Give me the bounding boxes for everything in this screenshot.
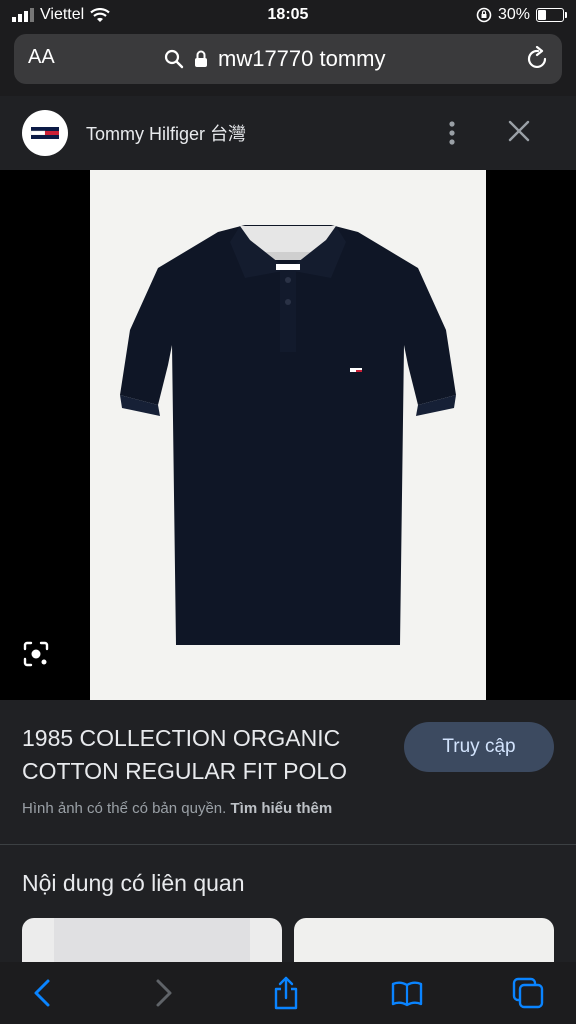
more-vert-icon[interactable] [440, 120, 464, 146]
forward-icon[interactable] [146, 976, 180, 1010]
lock-icon [195, 50, 207, 67]
product-image[interactable] [90, 170, 486, 700]
site-title: Tommy Hilfiger 台灣 [86, 124, 247, 144]
copyright-text: Hình ảnh có thể có bản quyền. [22, 800, 227, 817]
related-heading: Nội dung có liên quan [22, 870, 245, 896]
share-icon[interactable] [269, 976, 303, 1010]
close-icon[interactable] [506, 118, 532, 144]
divider [0, 844, 576, 845]
image-viewer [0, 170, 576, 700]
lens-icon[interactable] [22, 640, 50, 668]
search-icon [164, 49, 184, 69]
bottom-toolbar [0, 962, 576, 1024]
status-bar: Viettel 18:05 30% [0, 0, 576, 32]
site-header: Tommy Hilfiger 台灣 [0, 96, 576, 170]
visit-button[interactable]: Truy cập [404, 722, 554, 772]
address-bar[interactable]: AA mw17770 tommy [14, 34, 562, 84]
tabs-icon[interactable] [511, 976, 545, 1010]
address-center: mw17770 tommy [164, 46, 386, 72]
battery-icon [536, 8, 567, 22]
address-bar-container: AA mw17770 tommy [0, 32, 576, 96]
tommy-logo [22, 110, 68, 156]
tommy-flag-icon [30, 127, 59, 139]
orientation-lock-icon [476, 7, 492, 23]
status-right: 30% [476, 6, 567, 24]
copyright-notice: Hình ảnh có thể có bản quyền. Tìm hiểu t… [22, 800, 332, 817]
address-query: mw17770 tommy [218, 46, 386, 71]
polo-shirt-image [120, 225, 456, 645]
battery-percent: 30% [497, 6, 530, 23]
product-title: 1985 COLLECTION ORGANIC COTTON REGULAR F… [22, 725, 348, 784]
bookmarks-icon[interactable] [390, 976, 424, 1010]
learn-more-link[interactable]: Tìm hiểu thêm [231, 800, 333, 817]
reload-icon[interactable] [524, 46, 550, 72]
text-size-button[interactable]: AA [28, 46, 55, 69]
back-icon[interactable] [26, 976, 60, 1010]
